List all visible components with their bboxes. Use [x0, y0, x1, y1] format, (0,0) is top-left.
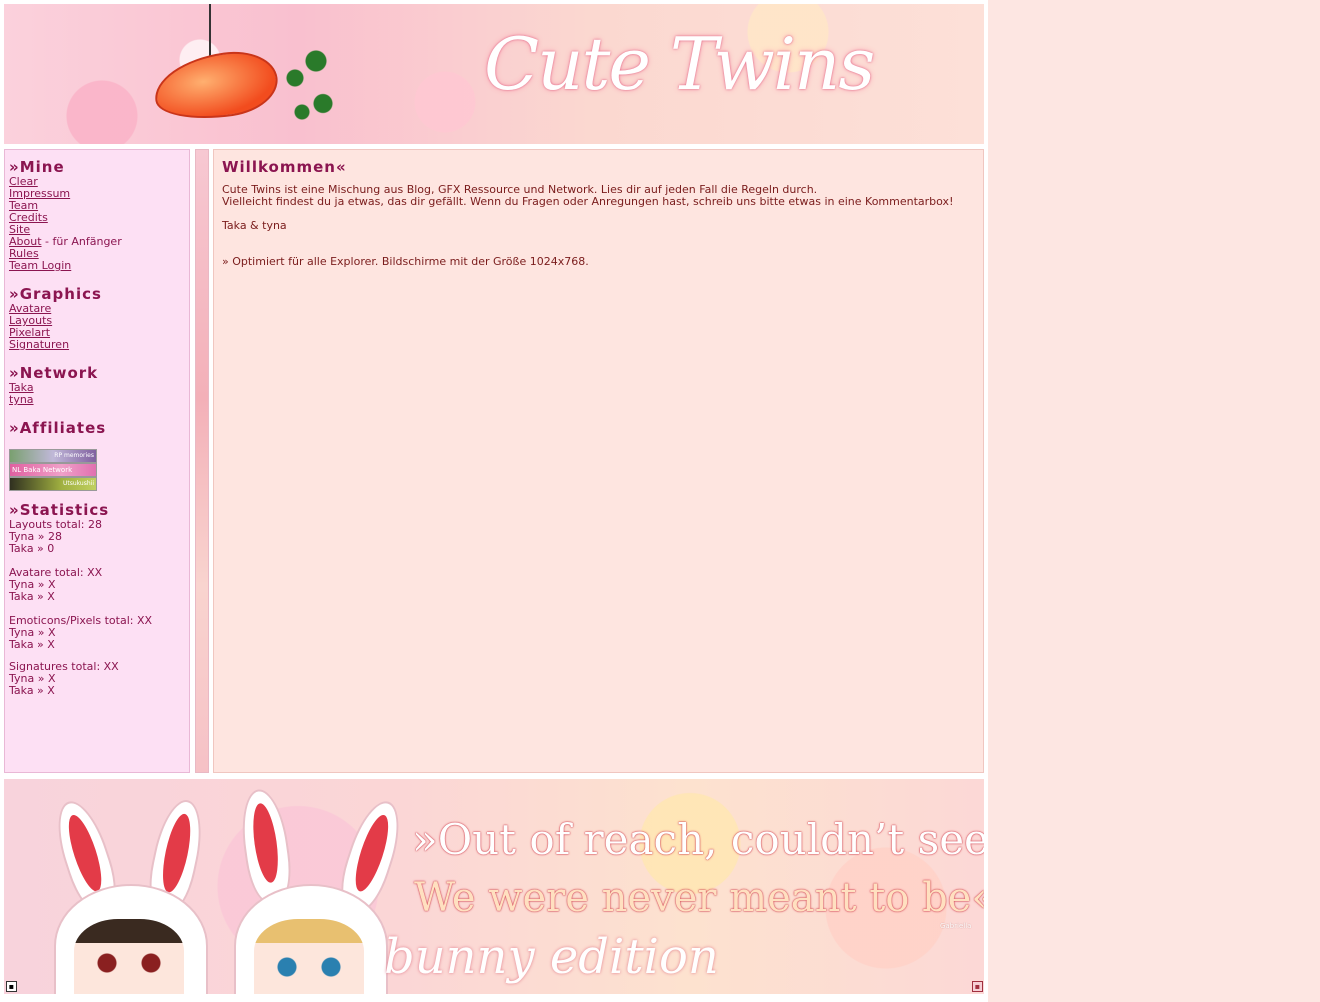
badge-icon[interactable]: ▪ — [972, 981, 983, 992]
section-title-statistics: »Statistics — [9, 501, 110, 519]
artist-credit: Gabriella — [940, 922, 972, 930]
footer-quote-line-2: We were never meant to be« — [414, 875, 984, 921]
sidebar-link-tyna[interactable]: tyna — [9, 394, 189, 406]
intro-line-2: Vielleicht findest du ja etwas, das dir … — [222, 195, 954, 208]
header-banner: Cute Twins — [4, 4, 984, 144]
carrot-image — [150, 45, 282, 127]
sidebar-link-signaturen[interactable]: Signaturen — [9, 339, 189, 351]
page-title: Willkommen« — [222, 158, 347, 176]
site-logo: Cute Twins — [484, 22, 875, 106]
footer-banner: »Out of reach, couldn’t see. We were nev… — [4, 779, 984, 994]
decorative-divider-strip — [195, 149, 209, 773]
carrot-leaves — [274, 44, 344, 129]
section-title-graphics: »Graphics — [9, 285, 102, 303]
sidebar: »Mine Clear Impressum Team Credits Site … — [4, 149, 190, 773]
edition-label: bunny edition — [384, 929, 719, 985]
sidebar-link-team-login[interactable]: Team Login — [9, 260, 189, 272]
main-content: Willkommen« Cute Twins ist eine Mischung… — [213, 149, 984, 773]
stat-layouts-taka: Taka » 0 — [9, 542, 55, 555]
affiliate-button-rp-memories[interactable]: RP memories — [9, 449, 97, 463]
stat-signatures-taka: Taka » X — [9, 684, 55, 697]
counter-icon[interactable]: ▪ — [6, 981, 17, 992]
page-frame: Cute Twins »Mine Clear Impressum Team Cr… — [0, 0, 988, 1002]
footer-quote-line-1: »Out of reach, couldn’t see. — [412, 815, 984, 864]
affiliate-button-utsukushii[interactable]: Utsukushii — [9, 477, 97, 491]
affiliate-button-baka-network[interactable]: NL Baka Network — [9, 463, 97, 477]
about-suffix: - für Anfänger — [41, 235, 122, 248]
signature-text: Taka & tyna — [222, 219, 287, 232]
sidebar-link-credits[interactable]: Credits — [9, 212, 189, 224]
stat-avatare-taka: Taka » X — [9, 590, 55, 603]
sidebar-link-taka[interactable]: Taka — [9, 382, 189, 394]
stat-emoticons-taka: Taka » X — [9, 638, 55, 651]
bunny-girl-left — [24, 794, 224, 994]
section-title-network: »Network — [9, 364, 99, 382]
optimization-note: » Optimiert für alle Explorer. Bildschir… — [222, 255, 589, 268]
section-title-affiliates: »Affiliates — [9, 419, 107, 437]
section-title-mine: »Mine — [9, 158, 65, 176]
